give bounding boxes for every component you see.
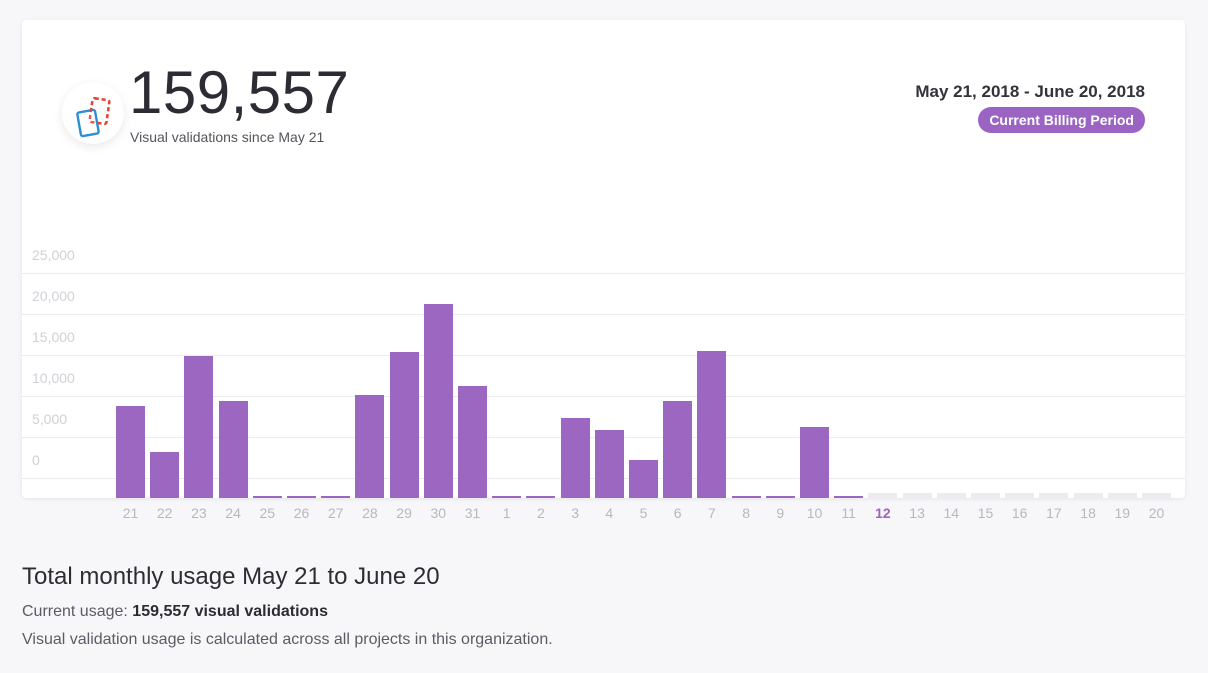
current-usage-line: Current usage: 159,557 visual validation… [22,603,328,621]
chart-bar[interactable] [252,495,282,498]
gridline [22,314,1185,315]
x-tick-label: 13 [909,505,925,521]
current-billing-period-badge: Current Billing Period [978,107,1145,133]
x-tick-label: 27 [327,505,344,521]
x-tick-label: 15 [977,505,994,521]
x-tick-label: 3 [571,505,579,521]
chart-bar-future[interactable] [971,493,1000,498]
x-tick-label: 6 [673,505,682,521]
x-tick-label: 31 [464,505,481,521]
y-tick-label: 10,000 [32,370,75,386]
chart-bar-future[interactable] [1039,493,1069,498]
x-tick-label: 5 [639,505,648,521]
chart-bar[interactable] [150,452,180,498]
x-tick-label: 17 [1046,505,1062,521]
count-subtitle: Visual validations since May 21 [130,129,325,145]
chart-bar[interactable] [218,401,248,498]
x-tick-label: 20 [1148,505,1165,521]
x-tick-label: 22 [156,505,173,521]
chart-bar[interactable] [663,401,693,498]
chart-bar[interactable] [697,351,727,498]
usage-note: Visual validation usage is calculated ac… [22,631,553,648]
x-tick-label: 30 [430,505,447,521]
x-tick-label: 18 [1080,505,1096,521]
x-tick-label: 14 [943,505,960,521]
chart-bar[interactable] [731,496,761,498]
chart-bar[interactable] [458,386,487,498]
x-tick-label: 8 [742,505,750,521]
x-tick-label: 29 [396,505,412,521]
chart-bar[interactable] [492,495,522,498]
x-tick-label: 7 [707,505,716,521]
x-tick-label: 9 [776,505,785,521]
x-tick-label: 28 [362,505,378,521]
x-tick-label: 21 [122,505,139,521]
x-tick-label: 12 [875,505,891,521]
x-tick-label: 26 [293,505,310,521]
chart-bar[interactable] [423,303,453,498]
chart-bar[interactable] [184,356,214,498]
y-tick-label: 25,000 [32,247,75,263]
chart-bar-future[interactable] [1005,493,1035,498]
y-tick-label: 15,000 [32,329,75,345]
y-tick-label: 5,000 [32,411,68,427]
x-tick-label: 2 [536,505,545,521]
chart-bar-future[interactable] [902,493,932,498]
chart-bar[interactable] [526,496,556,498]
x-tick-label: 10 [806,505,823,521]
x-tick-label: 16 [1011,505,1028,521]
total-validations-count: 159,557 [129,59,350,126]
billing-period-dates: May 21, 2018 - June 20, 2018 [915,82,1145,101]
chart-bar[interactable] [116,406,145,498]
x-tick-label: 1 [502,505,511,521]
y-tick-label: 0 [32,452,40,468]
chart-bar[interactable] [800,427,829,498]
x-tick-label: 11 [841,505,856,521]
x-tick-label: 25 [259,505,276,521]
chart-bar-future[interactable] [936,493,966,498]
chart-bar[interactable] [629,460,658,498]
current-usage-label: Current usage: [22,603,128,620]
summary-title: Total monthly usage May 21 to June 20 [22,563,440,590]
chart-bar-future[interactable] [868,493,898,498]
chart-bar-future[interactable] [1073,493,1103,498]
chart-bar[interactable] [389,352,419,498]
gridline [22,273,1185,274]
x-tick-label: 23 [191,505,207,521]
chart-bar-future[interactable] [1107,493,1137,498]
x-tick-label: 24 [225,505,241,521]
x-tick-label: 4 [605,505,614,521]
y-tick-label: 20,000 [32,288,75,304]
chart-bar[interactable] [355,394,385,498]
chart-bar-future[interactable] [1142,493,1171,498]
chart-bar[interactable] [765,496,795,498]
chart-bar[interactable] [287,496,316,498]
chart-bar[interactable] [560,418,590,498]
current-usage-value: 159,557 visual validations [132,603,328,620]
chart-bar[interactable] [834,496,864,498]
chart-bar[interactable] [594,429,624,498]
x-tick-label: 19 [1114,505,1131,521]
logo [62,82,124,144]
chart-bar[interactable] [321,496,351,498]
overlapping-pages-icon [76,97,111,138]
